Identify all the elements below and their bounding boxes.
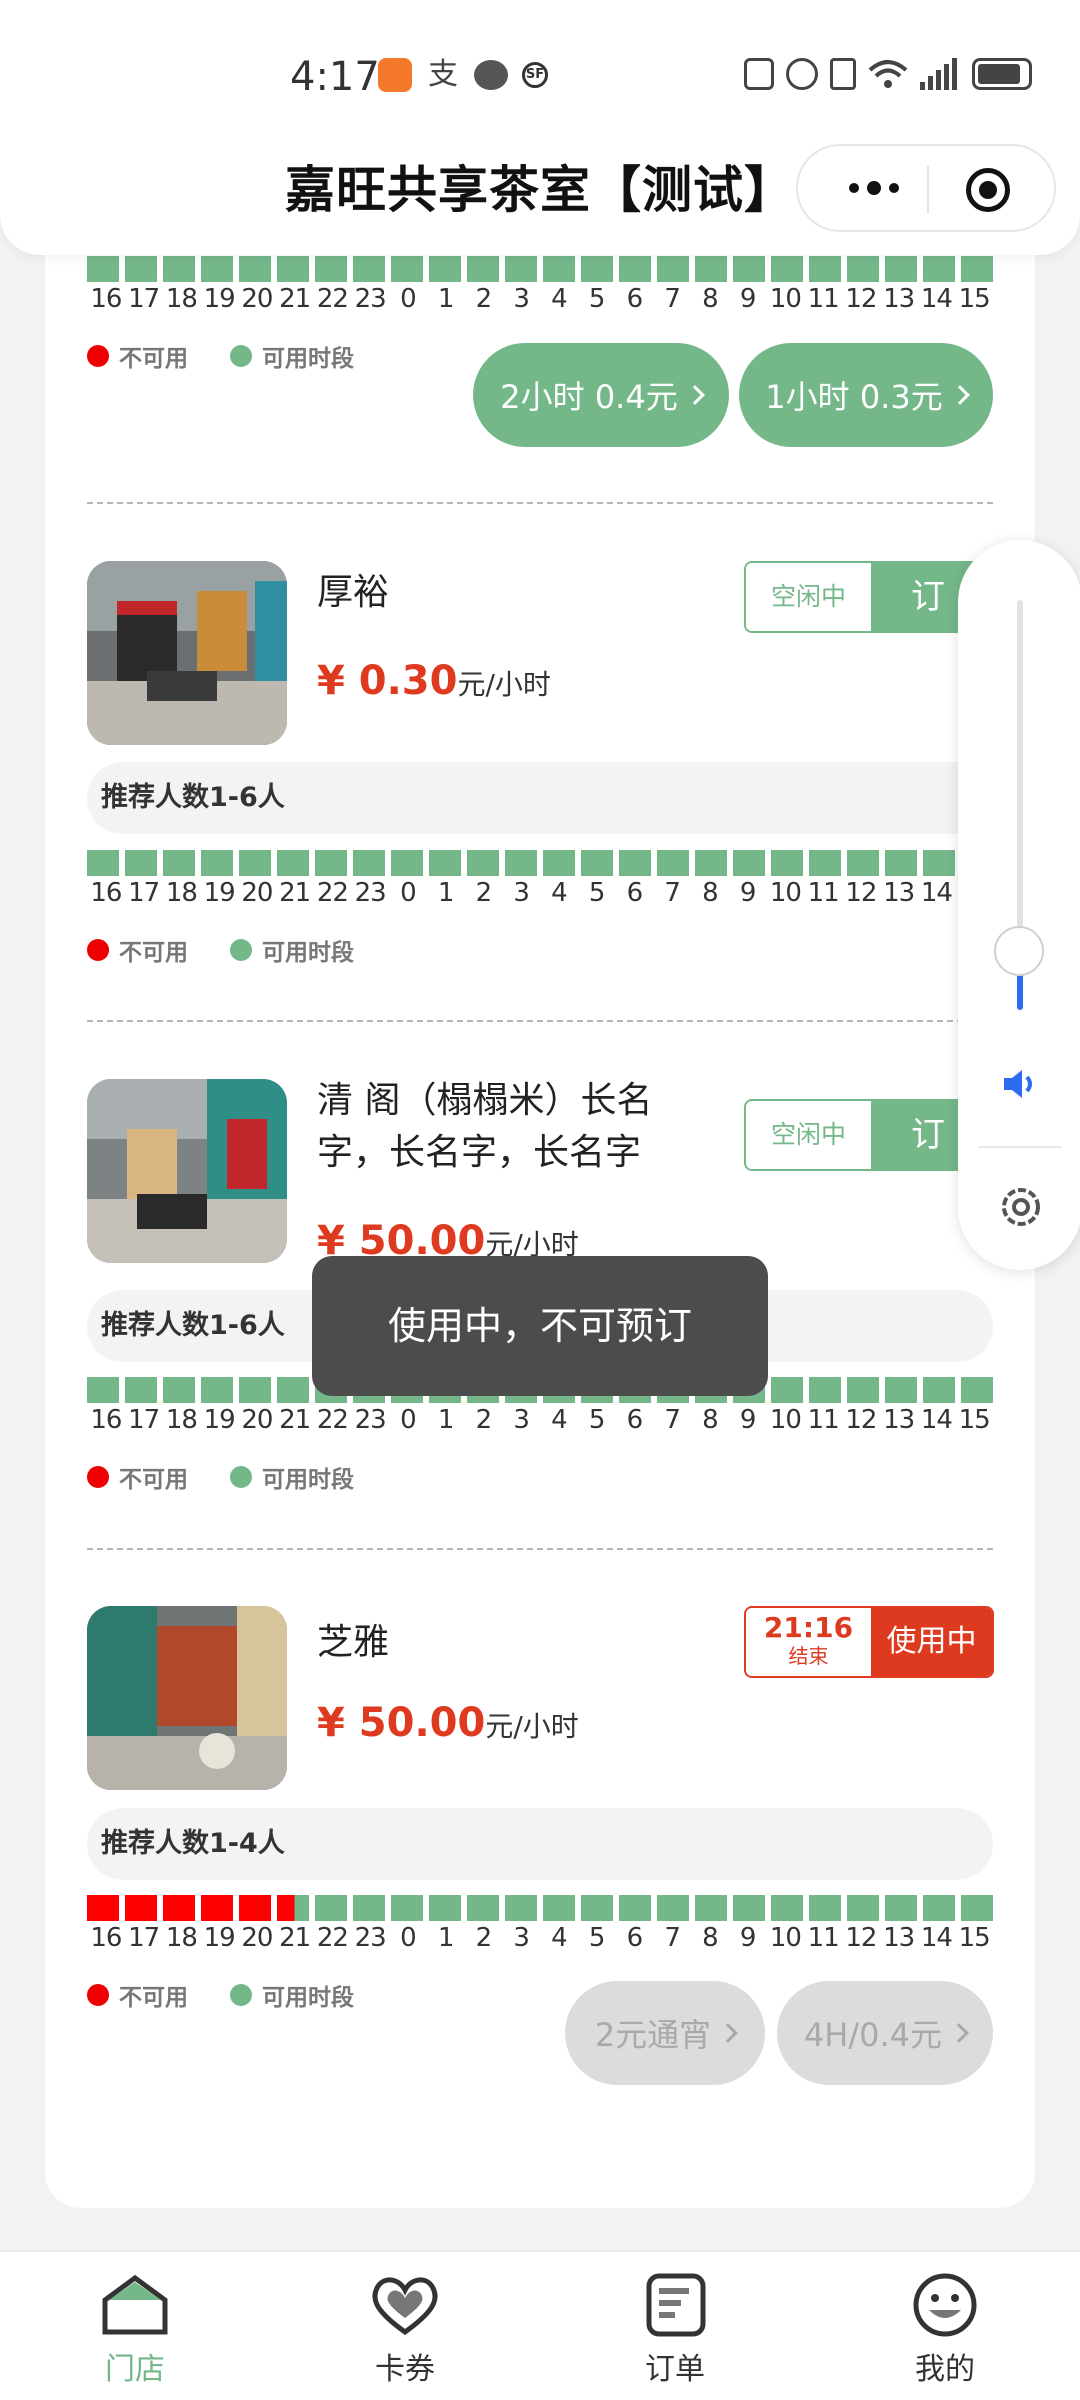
package-button[interactable]: 4H/0.4元 bbox=[777, 1981, 993, 2085]
hour-timeline: 16171819202122230123456789101112131415 bbox=[87, 256, 993, 314]
unavailable-dot bbox=[87, 345, 109, 367]
book-button[interactable]: 空闲中 订 bbox=[744, 1099, 994, 1171]
hour-labels: 16171819202122230123456789101112131415 bbox=[90, 1923, 990, 1953]
alarm-icon bbox=[786, 58, 818, 90]
signal-icon bbox=[920, 58, 960, 90]
hour-timeline: 16171819202122230123456789101112131415 bbox=[87, 1895, 993, 1953]
chevron-right-icon bbox=[949, 2023, 969, 2043]
alipay-icon: 支 bbox=[428, 57, 458, 92]
availability-bars bbox=[87, 256, 993, 282]
package-button[interactable]: 1小时 0.3元 bbox=[739, 343, 993, 447]
hour-labels: 16171819202122230123456789101112131415 bbox=[90, 878, 990, 908]
bottom-nav: 门店 卡券 订单 我的 bbox=[0, 2250, 1080, 2400]
volume-divider bbox=[978, 1146, 1062, 1148]
status-bar: 4:17 支 SF bbox=[0, 50, 1080, 110]
title-bar: 4:17 支 SF 嘉旺共享茶室【测试】 bbox=[0, 0, 1080, 255]
nav-profile[interactable]: 我的 bbox=[810, 2252, 1080, 2400]
book-button[interactable]: 空闲中 订 bbox=[744, 561, 994, 633]
order-icon bbox=[646, 2273, 706, 2337]
availability-bars bbox=[87, 1895, 993, 1921]
nav-store[interactable]: 门店 bbox=[0, 2252, 270, 2400]
app-notification-icon bbox=[378, 58, 412, 92]
availability-legend: 不可用 可用时段 bbox=[87, 1460, 354, 1494]
store-icon bbox=[102, 2274, 168, 2335]
room-name: 厚裕 bbox=[317, 572, 390, 613]
room-list: 16 17 18 19 20 21 22 23 0 1 2 3 4 5 6 7 8 9 10 11 12 13 14 15 不… bbox=[45, 150, 1035, 2208]
unavailable-dot bbox=[87, 1466, 109, 1488]
capsule-divider bbox=[927, 166, 929, 214]
hour-labels: 16171819202122230123456789101112131415 bbox=[90, 284, 990, 314]
in-use-label: 使用中 bbox=[871, 1608, 992, 1676]
availability-legend: 不可用 可用时段 bbox=[87, 933, 354, 967]
close-miniprogram-icon[interactable] bbox=[966, 168, 1010, 212]
room-photo[interactable] bbox=[87, 1079, 287, 1263]
volume-panel bbox=[958, 540, 1080, 1270]
speaker-icon[interactable] bbox=[1000, 1064, 1040, 1104]
nav-orders[interactable]: 订单 bbox=[540, 2252, 810, 2400]
room-name: 清 阁（榻榻米）长名 字，长名字，长名字 bbox=[317, 1080, 653, 1173]
vibrate-icon bbox=[830, 58, 856, 90]
hour-timeline: 16171819202122230123456789101112131415 bbox=[87, 850, 993, 908]
chat-icon bbox=[474, 60, 508, 90]
available-dot bbox=[230, 1984, 252, 2006]
volume-slider-thumb[interactable] bbox=[994, 926, 1044, 976]
room-price: ¥ 0.30元/小时 bbox=[317, 658, 551, 704]
status-time: 4:17 bbox=[290, 54, 380, 100]
heart-coupon-icon bbox=[372, 2277, 438, 2336]
room-divider bbox=[87, 502, 993, 504]
room-divider bbox=[87, 1020, 993, 1022]
miniprogram-capsule bbox=[796, 144, 1056, 232]
gear-icon[interactable] bbox=[994, 1180, 1048, 1234]
recommend-people: 推荐人数1-4人 bbox=[87, 1808, 993, 1880]
in-use-status: 21:16 结束 使用中 bbox=[744, 1606, 994, 1678]
profile-icon bbox=[913, 2273, 977, 2337]
availability-bars bbox=[87, 850, 993, 876]
available-dot bbox=[230, 345, 252, 367]
unavailable-dot bbox=[87, 1984, 109, 2006]
room-name: 芝雅 bbox=[317, 1622, 390, 1663]
available-dot bbox=[230, 939, 252, 961]
room-photo[interactable] bbox=[87, 561, 287, 745]
package-button[interactable]: 2元通宵 bbox=[565, 1981, 765, 2085]
toast-message: 使用中，不可预订 bbox=[312, 1256, 768, 1396]
room-divider bbox=[87, 1548, 993, 1550]
availability-legend: 不可用 可用时段 bbox=[87, 339, 354, 373]
package-button[interactable]: 2小时 0.4元 bbox=[473, 343, 729, 447]
nav-coupons[interactable]: 卡券 bbox=[270, 2252, 540, 2400]
sf-express-icon: SF bbox=[522, 62, 548, 88]
chevron-right-icon bbox=[949, 385, 970, 405]
room-price: ¥ 50.00元/小时 bbox=[317, 1700, 579, 1746]
battery-icon bbox=[972, 58, 1032, 90]
more-options-icon[interactable] bbox=[834, 166, 914, 210]
end-time: 21:16 结束 bbox=[746, 1608, 871, 1676]
recommend-people: 推荐人数1-6人 bbox=[87, 762, 993, 834]
page-title: 嘉旺共享茶室【测试】 bbox=[285, 161, 795, 219]
wifi-icon bbox=[868, 60, 908, 88]
status-free-label: 空闲中 bbox=[746, 1101, 871, 1169]
chevron-right-icon bbox=[718, 2023, 739, 2043]
room-photo[interactable] bbox=[87, 1606, 287, 1790]
available-dot bbox=[230, 1466, 252, 1488]
availability-legend: 不可用 可用时段 bbox=[87, 1978, 354, 2012]
chevron-right-icon bbox=[684, 385, 705, 405]
status-free-label: 空闲中 bbox=[746, 563, 871, 631]
nfc-icon bbox=[744, 58, 774, 90]
unavailable-dot bbox=[87, 939, 109, 961]
hour-labels: 16171819202122230123456789101112131415 bbox=[90, 1405, 990, 1435]
